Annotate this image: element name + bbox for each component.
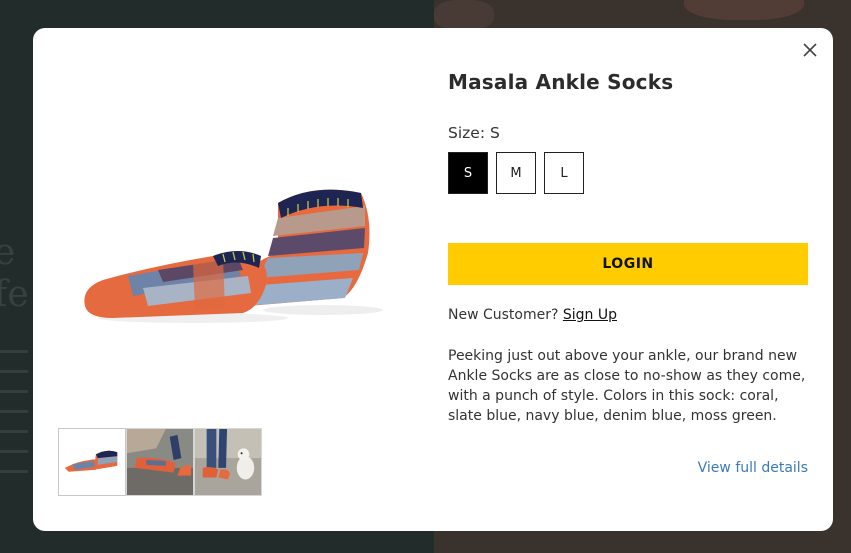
selected-size-value: S bbox=[489, 124, 500, 142]
thumbnail-socks-on-feet[interactable] bbox=[126, 428, 194, 496]
signup-link[interactable]: Sign Up bbox=[563, 307, 617, 323]
close-icon bbox=[803, 43, 817, 57]
product-main-image bbox=[84, 189, 383, 323]
socks-on-feet-image bbox=[127, 429, 193, 495]
thumbnail-socks-with-dog[interactable] bbox=[194, 428, 262, 496]
product-description: Peeking just out above your ankle, our b… bbox=[448, 348, 806, 424]
size-option-m[interactable]: M bbox=[496, 152, 536, 194]
login-button[interactable]: LOGIN bbox=[448, 243, 808, 285]
product-title: Masala Ankle Socks bbox=[448, 70, 674, 94]
new-customer-text: New Customer? bbox=[448, 307, 559, 323]
size-label-text: Size: bbox=[448, 124, 486, 142]
view-full-details-link[interactable]: View full details bbox=[698, 460, 808, 476]
size-label: Size: S bbox=[448, 124, 500, 142]
thumbnail-strip bbox=[58, 428, 262, 496]
quick-view-modal: Masala Ankle Socks Size: S S M L LOGIN N… bbox=[33, 28, 833, 531]
size-selector: S M L bbox=[448, 152, 584, 194]
socks-product-image bbox=[59, 429, 125, 495]
new-customer-row: New Customer? Sign Up bbox=[448, 307, 617, 323]
close-button[interactable] bbox=[801, 41, 819, 59]
size-option-s[interactable]: S bbox=[448, 152, 488, 194]
socks-with-dog-image bbox=[195, 429, 261, 495]
thumbnail-socks-product[interactable] bbox=[58, 428, 126, 496]
size-option-l[interactable]: L bbox=[544, 152, 584, 194]
